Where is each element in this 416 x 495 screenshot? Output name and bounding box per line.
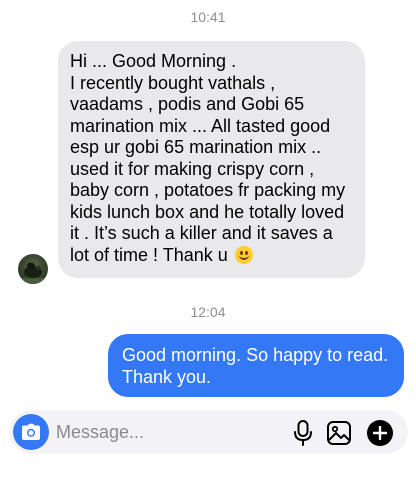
message-line: Thank you. <box>122 366 212 387</box>
avatar-image <box>18 262 48 284</box>
message-input[interactable] <box>56 420 276 444</box>
add-button[interactable] <box>367 420 393 446</box>
camera-button[interactable] <box>13 414 49 450</box>
message-line: Good morning. So happy to read. <box>122 345 389 365</box>
message-line: used it for making crispy corn , <box>70 158 315 179</box>
message-composer <box>10 410 408 454</box>
message-line-last: lot of time ! Thank u <box>70 245 351 267</box>
plus-icon <box>373 426 387 440</box>
gallery-icon <box>327 421 351 445</box>
message-line: it . It’s such a killer and it saves a <box>70 223 333 243</box>
smiling-face-emoji <box>234 245 253 264</box>
incoming-message-bubble[interactable]: Hi ... Good Morning . I recently bought … <box>58 41 365 278</box>
message-line: vaadams , podis and Gobi 65 <box>70 94 305 114</box>
message-line: Hi ... Good Morning . <box>70 51 237 71</box>
message-line: I recently bought vathals , <box>70 72 276 93</box>
message-line: baby corn , potatoes fr packing my <box>70 180 346 200</box>
timestamp: 10:41 <box>190 9 226 25</box>
timestamp: 12:04 <box>190 304 226 320</box>
camera-icon <box>22 423 40 440</box>
message-line: kids lunch box and he totally loved <box>70 201 345 222</box>
avatar[interactable] <box>18 254 48 284</box>
outgoing-message-bubble[interactable]: Good morning. So happy to read. Thank yo… <box>108 334 404 397</box>
message-line: marination mix ... All tasted good <box>70 115 331 136</box>
message-line: esp ur gobi 65 marination mix .. <box>70 137 322 157</box>
microphone-icon <box>294 420 312 446</box>
gallery-button[interactable] <box>326 420 352 446</box>
message-line-text: lot of time ! Thank u <box>70 244 228 265</box>
microphone-button[interactable] <box>292 419 314 447</box>
